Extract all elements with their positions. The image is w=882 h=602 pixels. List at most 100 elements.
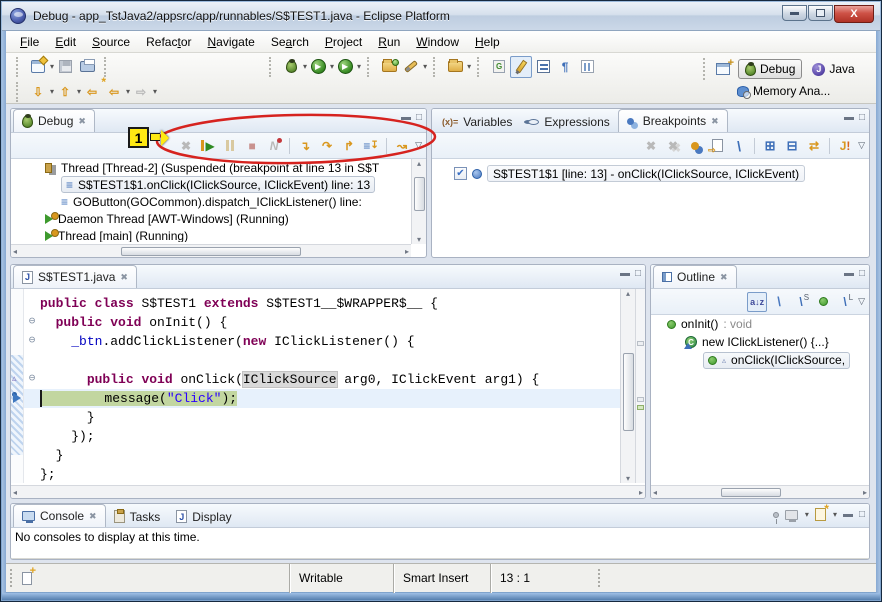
breakpoints-view-menu-button[interactable]: ▽: [858, 140, 865, 151]
scrollbar-thumb[interactable]: [721, 488, 781, 497]
perspective-debug-button[interactable]: Debug: [738, 59, 802, 79]
debug-vertical-scrollbar[interactable]: ▴ ▾: [411, 159, 426, 244]
breakpoint-checkbox[interactable]: ✔: [454, 167, 467, 180]
sort-button[interactable]: a↓z: [747, 292, 767, 312]
code-line[interactable]: message("Click");: [24, 389, 620, 408]
open-task-button[interactable]: [444, 56, 466, 78]
perspective-java-button[interactable]: J Java: [806, 60, 860, 78]
code-line[interactable]: [24, 351, 620, 370]
save-button[interactable]: [54, 56, 76, 78]
debug-launch-button[interactable]: [280, 56, 302, 78]
minimize-view-button[interactable]: ▬: [844, 268, 854, 279]
tab-console[interactable]: Console ✖: [13, 504, 106, 527]
scroll-right-icon[interactable]: ▸: [863, 488, 867, 497]
debug-horizontal-scrollbar[interactable]: ◂ ▸: [11, 244, 411, 257]
code-line[interactable]: public class S$TEST1 extends S$TEST1__$W…: [24, 294, 620, 313]
show-supported-breakpoints-button[interactable]: [685, 136, 705, 156]
code-lines[interactable]: public class S$TEST1 extends S$TEST1__$W…: [24, 289, 620, 483]
maximize-view-button[interactable]: □: [416, 112, 422, 123]
breakpoint-entry[interactable]: ✔ S$TEST1$1 [line: 13] - onClick(IClickS…: [454, 165, 869, 182]
tab-editor-sstest1[interactable]: J S$TEST1.java ✖: [13, 265, 137, 288]
scroll-left-icon[interactable]: ◂: [653, 488, 657, 497]
code-editor[interactable]: ▵ public class S$TEST1 extends S$TEST1__…: [11, 289, 645, 483]
remove-all-breakpoints-button[interactable]: ✖: [663, 136, 683, 156]
print-button[interactable]: [76, 56, 98, 78]
maximize-view-button[interactable]: □: [859, 112, 865, 123]
minimize-view-button[interactable]: ▬: [620, 268, 630, 279]
tree-row-stack-frame-onclick[interactable]: ≡ S$TEST1$1.onClick(IClickSource, IClick…: [11, 176, 411, 193]
outline-view-menu-button[interactable]: ▽: [858, 296, 865, 307]
display-selected-console-icon[interactable]: [785, 510, 798, 520]
disconnect-button[interactable]: N: [264, 136, 284, 156]
next-annotation-button[interactable]: ⇩: [27, 81, 49, 103]
resume-button[interactable]: ▶: [198, 136, 218, 156]
tree-row-main-thread[interactable]: Thread [main] (Running): [11, 227, 411, 242]
fold-collapse-icon[interactable]: ⊖: [24, 332, 40, 351]
scrollbar-thumb[interactable]: [414, 177, 425, 211]
external-tools-dropdown-arrow[interactable]: ▾: [357, 62, 361, 71]
remove-terminated-button[interactable]: ✖: [176, 136, 196, 156]
maximize-view-button[interactable]: □: [859, 268, 865, 279]
external-tools-button[interactable]: ▶: [334, 56, 356, 78]
menu-refactor[interactable]: Refactor: [138, 33, 199, 51]
outline-item-onclick[interactable]: ▵ onClick(IClickSource,: [651, 351, 869, 369]
fast-view-icon[interactable]: [22, 572, 32, 585]
close-icon[interactable]: ✖: [720, 272, 728, 283]
occurrence-marker[interactable]: [637, 341, 644, 346]
remove-breakpoint-button[interactable]: ✖: [641, 136, 661, 156]
tab-breakpoints[interactable]: Breakpoints ✖: [618, 109, 728, 132]
minimize-window-button[interactable]: [782, 5, 807, 21]
fold-collapse-icon[interactable]: ⊖: [24, 313, 40, 332]
step-return-button[interactable]: ↱: [339, 136, 359, 156]
search-button[interactable]: [400, 56, 422, 78]
tab-expressions[interactable]: Expressions: [520, 111, 617, 132]
hide-non-public-button[interactable]: [813, 292, 833, 312]
menu-help[interactable]: Help: [467, 33, 508, 51]
step-over-button[interactable]: ↷: [317, 136, 337, 156]
menu-navigate[interactable]: Navigate: [199, 33, 262, 51]
scroll-left-icon[interactable]: ◂: [13, 488, 17, 497]
skip-all-breakpoints-button[interactable]: \: [729, 136, 749, 156]
menu-project[interactable]: Project: [317, 33, 370, 51]
scrollbar-thumb[interactable]: [121, 247, 301, 256]
code-line[interactable]: };: [24, 465, 620, 483]
terminate-button[interactable]: ■: [242, 136, 262, 156]
console-selection-dropdown-arrow[interactable]: ▾: [805, 510, 809, 519]
scrollbar-thumb[interactable]: [623, 353, 634, 431]
open-console-dropdown-arrow[interactable]: ▾: [833, 510, 837, 519]
restore-window-button[interactable]: [808, 5, 833, 21]
show-whitespace-button[interactable]: ¶: [554, 56, 576, 78]
close-icon[interactable]: ✖: [711, 116, 719, 127]
pin-console-icon[interactable]: [773, 512, 779, 518]
tree-row-daemon-thread[interactable]: Daemon Thread [AWT-Windows] (Running): [11, 210, 411, 227]
fold-collapse-icon[interactable]: ⊖: [24, 370, 40, 389]
last-edit-location-button[interactable]: ⇦*: [81, 81, 103, 103]
expand-all-button[interactable]: ⊞: [760, 136, 780, 156]
code-line[interactable]: }: [24, 408, 620, 427]
scroll-down-icon[interactable]: ▾: [626, 474, 630, 483]
scroll-right-icon[interactable]: ▸: [405, 247, 409, 256]
previous-annotation-button[interactable]: ⇧: [54, 81, 76, 103]
toggle-marker-button[interactable]: G: [488, 56, 510, 78]
back-button[interactable]: ⇦: [103, 81, 125, 103]
suspend-button[interactable]: [220, 136, 240, 156]
tab-outline[interactable]: Outline ✖: [653, 265, 737, 288]
outline-item-oninit[interactable]: onInit() : void: [651, 315, 869, 333]
mark-occurrences-button[interactable]: [510, 56, 532, 78]
editor-vertical-scrollbar[interactable]: ▴ ▾: [620, 289, 635, 483]
maximize-view-button[interactable]: □: [859, 509, 865, 520]
code-line[interactable]: ⊖ public void onClick(IClickSource arg0,…: [24, 370, 620, 389]
menu-edit[interactable]: Edit: [47, 33, 84, 51]
tab-tasks[interactable]: Tasks: [106, 506, 169, 527]
close-window-button[interactable]: X: [834, 5, 874, 23]
show-selected-element-button[interactable]: [532, 56, 554, 78]
new-wizard-button[interactable]: [27, 56, 49, 78]
code-line[interactable]: }: [24, 446, 620, 465]
close-icon[interactable]: ✖: [89, 511, 97, 522]
overview-ruler[interactable]: [635, 289, 645, 483]
code-line[interactable]: });: [24, 427, 620, 446]
menu-search[interactable]: Search: [263, 33, 317, 51]
close-icon[interactable]: ✖: [78, 116, 86, 127]
collapse-all-button[interactable]: ⊟: [782, 136, 802, 156]
open-type-button[interactable]: [378, 56, 400, 78]
